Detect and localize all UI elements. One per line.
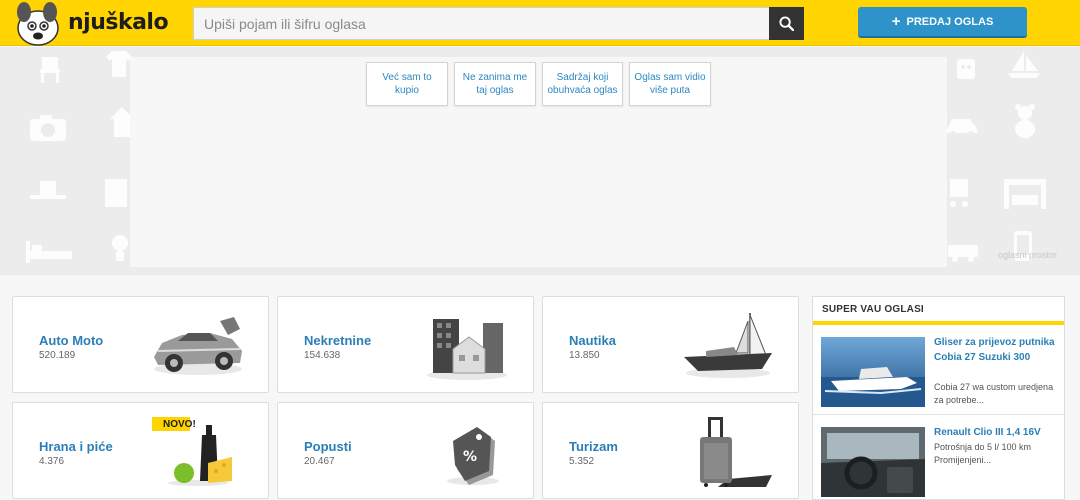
book-icon — [105, 179, 127, 207]
buildings-icon — [427, 319, 507, 380]
plant-icon — [112, 235, 128, 261]
category-nautika[interactable]: Nautika 13.850 — [542, 296, 799, 393]
category-count: 5.352 — [569, 456, 595, 467]
svg-text:%: % — [463, 449, 477, 465]
header: njuškalo + PREDAJ OGLAS — [0, 0, 1080, 46]
search-input[interactable] — [193, 7, 770, 40]
van-icon — [948, 245, 978, 262]
search-button[interactable] — [769, 7, 804, 40]
feedback-seen-many-times[interactable]: Oglas sam vidio više puta — [629, 62, 711, 106]
chair-icon — [40, 57, 60, 83]
super-ads-title: SUPER VAU OGLASI — [813, 297, 1064, 325]
category-name: Turizam — [569, 439, 618, 454]
feedback-content[interactable]: Sadržaj koji obuhvaća oglas — [542, 62, 623, 106]
super-ad-title[interactable]: Renault Clio III 1,4 16V — [934, 425, 1058, 440]
robot-icon — [957, 59, 975, 79]
logo[interactable]: njuškalo — [10, 0, 170, 46]
category-name: Nekretnine — [304, 333, 372, 348]
feedback-already-bought[interactable]: Već sam to kupio — [366, 62, 448, 106]
super-ad-title[interactable]: Gliser za prijevoz putnika Cobia 27 Suzu… — [934, 335, 1058, 365]
hat-icon — [30, 181, 66, 199]
category-turizam[interactable]: Turizam 5.352 — [542, 402, 799, 499]
ad-space-label: oglasni prostor — [998, 250, 1058, 260]
car-icon — [154, 317, 242, 375]
suitcase-icon — [700, 417, 772, 487]
stroller-icon — [950, 179, 968, 207]
sailboat-icon — [1008, 51, 1040, 78]
tag-icon: % — [447, 427, 499, 485]
category-name: Hrana i piće — [39, 439, 113, 454]
category-name: Nautika — [569, 333, 616, 348]
post-ad-label: PREDAJ OGLAS — [906, 15, 994, 28]
ad-placeholder[interactable] — [130, 57, 947, 267]
feedback-not-interested[interactable]: Ne zanima me taj oglas — [454, 62, 536, 106]
super-ad-item[interactable]: Renault Clio III 1,4 16V Potrošnja do 5 … — [813, 415, 1064, 499]
teddy-bear-icon — [1015, 104, 1035, 138]
category-count: 13.850 — [569, 350, 600, 361]
super-ad-item[interactable]: Gliser za prijevoz putnika Cobia 27 Suzu… — [813, 325, 1064, 415]
search-bar — [193, 7, 804, 40]
category-name: Auto Moto — [39, 333, 104, 348]
category-popusti[interactable]: Popusti 20.467 % — [277, 402, 534, 499]
logo-text: njuškalo — [68, 10, 169, 35]
category-hrana-i-pice[interactable]: Hrana i piće 4.376 NOVO! — [12, 402, 269, 499]
category-name: Popusti — [304, 439, 352, 454]
category-nekretnine[interactable]: Nekretnine 154.638 — [277, 296, 534, 393]
category-count: 520.189 — [39, 350, 76, 361]
sofa-icon — [1004, 179, 1046, 209]
post-ad-button[interactable]: + PREDAJ OGLAS — [858, 7, 1027, 38]
category-count: 20.467 — [304, 456, 335, 467]
super-ads-panel: SUPER VAU OGLASI Gliser za prijevoz putn… — [812, 296, 1065, 500]
search-icon — [779, 16, 794, 31]
car-silhouette-icon — [946, 119, 978, 137]
dog-mascot-icon — [17, 2, 59, 46]
new-badge: NOVO! — [163, 419, 196, 430]
super-ad-description: Cobia 27 wa custom uredjena za potrebe..… — [934, 382, 1054, 405]
plus-icon: + — [891, 13, 901, 30]
car-interior-photo — [821, 427, 925, 497]
speedboat-photo — [821, 337, 925, 407]
category-count: 154.638 — [304, 350, 341, 361]
category-count: 4.376 — [39, 456, 65, 467]
super-ad-description: Potrošnja do 5 l/ 100 km Promijenjeni... — [934, 442, 1032, 465]
camera-icon — [30, 115, 66, 141]
bed-icon — [26, 241, 72, 263]
category-auto-moto[interactable]: Auto Moto 520.189 — [12, 296, 269, 393]
boat-icon — [684, 313, 772, 378]
